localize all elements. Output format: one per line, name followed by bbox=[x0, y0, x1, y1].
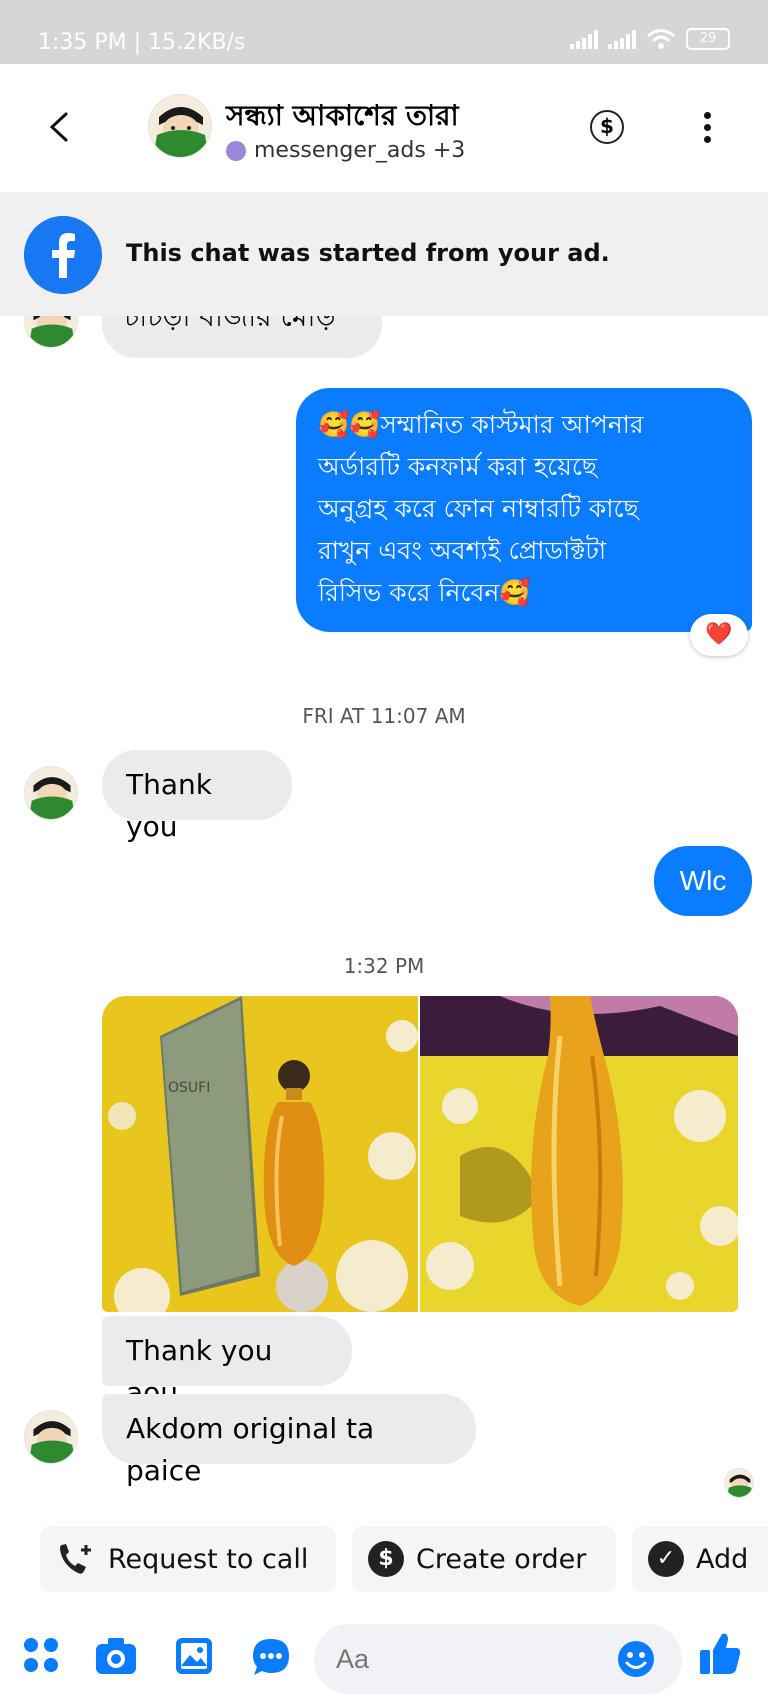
chip-label: Add bbox=[696, 1543, 749, 1575]
signal-icon-2 bbox=[608, 29, 636, 49]
message-text: চাচড়া বাজার মোড় bbox=[124, 316, 336, 333]
message-feed[interactable]: চাচড়া বাজার মোড় 🥰🥰সম্মানিত কাস্টমার আপ… bbox=[0, 316, 768, 1526]
back-arrow-icon[interactable] bbox=[40, 102, 80, 152]
message-text: Thank you bbox=[126, 768, 212, 843]
message-line: অর্ডারটি কনফার্ম করা হয়েছে bbox=[318, 452, 598, 481]
contact-avatar-small bbox=[24, 316, 78, 348]
message-line: অনুগ্রহ করে ফোন নাম্বারটি কাছে bbox=[318, 494, 639, 523]
check-circle-icon: ✓ bbox=[648, 1541, 684, 1577]
status-bar: 1:35 PM | 15.2KB/s 29 bbox=[0, 0, 768, 64]
message-input[interactable] bbox=[336, 1639, 586, 1679]
message-line: রিসিভ করে নিবেন🥰 bbox=[318, 578, 531, 607]
camera-icon[interactable] bbox=[94, 1636, 138, 1676]
timestamp: 1:32 PM bbox=[343, 954, 425, 978]
quick-actions-bar: Request to call $ Create order ✓ Add bbox=[0, 1526, 768, 1598]
photo-attachment-2[interactable] bbox=[420, 996, 738, 1312]
message-bubble-incoming[interactable]: চাচড়া বাজার মোড় bbox=[102, 316, 382, 358]
request-to-call-button[interactable]: Request to call bbox=[40, 1526, 336, 1592]
contact-avatar[interactable] bbox=[148, 94, 212, 158]
chat-header: সন্ধ্যা আকাশের তারা messenger_ads +3 $ bbox=[0, 64, 768, 192]
facebook-logo-icon bbox=[24, 216, 102, 294]
message-bubble-incoming[interactable]: Thank you bbox=[102, 750, 292, 843]
label-dot-icon bbox=[226, 140, 246, 161]
dollar-icon: $ bbox=[368, 1541, 404, 1577]
ad-banner-text: This chat was started from your ad. bbox=[126, 239, 610, 267]
status-time: 1:35 PM | 15.2KB/s bbox=[38, 30, 246, 55]
message-input-box[interactable] bbox=[314, 1624, 682, 1694]
menu-grid-icon[interactable] bbox=[22, 1636, 60, 1674]
reaction-heart-icon[interactable]: ❤️ bbox=[690, 614, 748, 656]
wifi-icon bbox=[647, 29, 675, 49]
battery-icon: 29 bbox=[686, 28, 730, 50]
add-button[interactable]: ✓ Add bbox=[632, 1526, 768, 1592]
message-composer bbox=[0, 1606, 768, 1706]
photo-attachment-1[interactable]: OSUFI bbox=[102, 996, 418, 1312]
ad-origin-banner: This chat was started from your ad. bbox=[0, 192, 768, 316]
contact-subtitle: messenger_ads +3 bbox=[226, 138, 465, 163]
message-text: Akdom original ta paice bbox=[126, 1412, 375, 1487]
seen-receipt-avatar bbox=[724, 1468, 754, 1498]
gallery-icon[interactable] bbox=[174, 1636, 214, 1676]
timestamp: FRI AT 11:07 AM bbox=[302, 704, 466, 728]
chat-bubble-icon[interactable] bbox=[250, 1636, 292, 1678]
contact-avatar-small bbox=[24, 766, 78, 820]
message-bubble-incoming[interactable]: Akdom original ta paice bbox=[102, 1394, 476, 1487]
phone-plus-icon bbox=[60, 1544, 91, 1574]
message-bubble-incoming[interactable]: Thank you aou bbox=[102, 1316, 352, 1409]
status-icons: 29 bbox=[570, 28, 730, 50]
message-bubble-outgoing[interactable]: Wlc bbox=[654, 846, 752, 916]
message-line: 🥰🥰সম্মানিত কাস্টমার আপনার bbox=[318, 410, 644, 439]
more-options-icon[interactable] bbox=[700, 112, 714, 146]
photo-brand-text: OSUFI bbox=[168, 1080, 210, 1096]
message-line: রাখুন এবং অবশ্যই প্রোডাক্টটা bbox=[318, 536, 607, 565]
thumbs-up-icon[interactable] bbox=[698, 1630, 742, 1676]
message-bubble-outgoing[interactable]: 🥰🥰সম্মানিত কাস্টমার আপনার অর্ডারটি কনফার… bbox=[296, 388, 752, 632]
contact-name: সন্ধ্যা আকাশের তারা bbox=[226, 99, 459, 132]
dollar-icon[interactable]: $ bbox=[590, 110, 624, 144]
emoji-icon[interactable] bbox=[616, 1639, 656, 1679]
create-order-button[interactable]: $ Create order bbox=[352, 1526, 616, 1592]
signal-icon bbox=[570, 29, 598, 49]
chip-label: Create order bbox=[416, 1543, 587, 1575]
message-text: Wlc bbox=[679, 865, 727, 896]
contact-avatar-small bbox=[24, 1410, 78, 1464]
label-text: messenger_ads +3 bbox=[254, 138, 466, 163]
chip-label: Request to call bbox=[108, 1543, 309, 1575]
